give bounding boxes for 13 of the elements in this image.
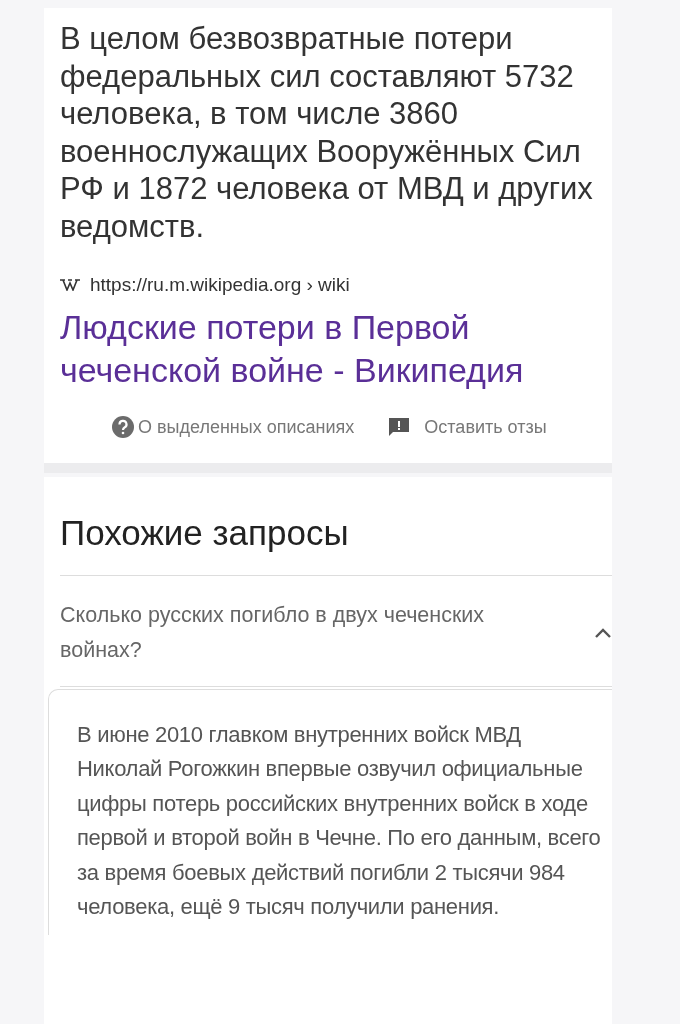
question-row[interactable]: Сколько русских погибло в двух чеченских войнах?: [60, 575, 612, 687]
feedback-icon: [388, 417, 411, 437]
section-heading: Похожие запросы: [60, 512, 612, 576]
question-text: Сколько русских погибло в двух чеченских войнах?: [60, 601, 486, 664]
result-title-link[interactable]: Людские потери в Первой чеченской войне - Википедия: [60, 305, 580, 392]
footer-link[interactable]: О выделенных описаниях: [138, 413, 355, 441]
snippet-text: В целом безвозвратные потери федеральных сил составляют 5732 человека, в том числе 3860 военнослужащих Вооружённых Сил РФ и 1872 человека от МВД и других ведомств.: [60, 20, 594, 245]
wikipedia-logo-icon: [60, 279, 80, 292]
answer-text: В июне 2010 главком внутренних войск МВД Николай Рогожкин впервые озвучил официальные цифры потерь российских внутренних войск в ходе первой и второй войн в Чечне. По его данным, всего за время боевых действий погибли 2 тысячи 984 человека, ещё 9 тысяч получили ранения.: [77, 720, 602, 921]
chevron-up-icon: [594, 626, 612, 639]
source-url: https://ru.m.wikipedia.org › wiki: [90, 273, 350, 297]
help-icon: [112, 416, 134, 438]
footer-link[interactable]: Оставить отзы: [424, 413, 547, 441]
